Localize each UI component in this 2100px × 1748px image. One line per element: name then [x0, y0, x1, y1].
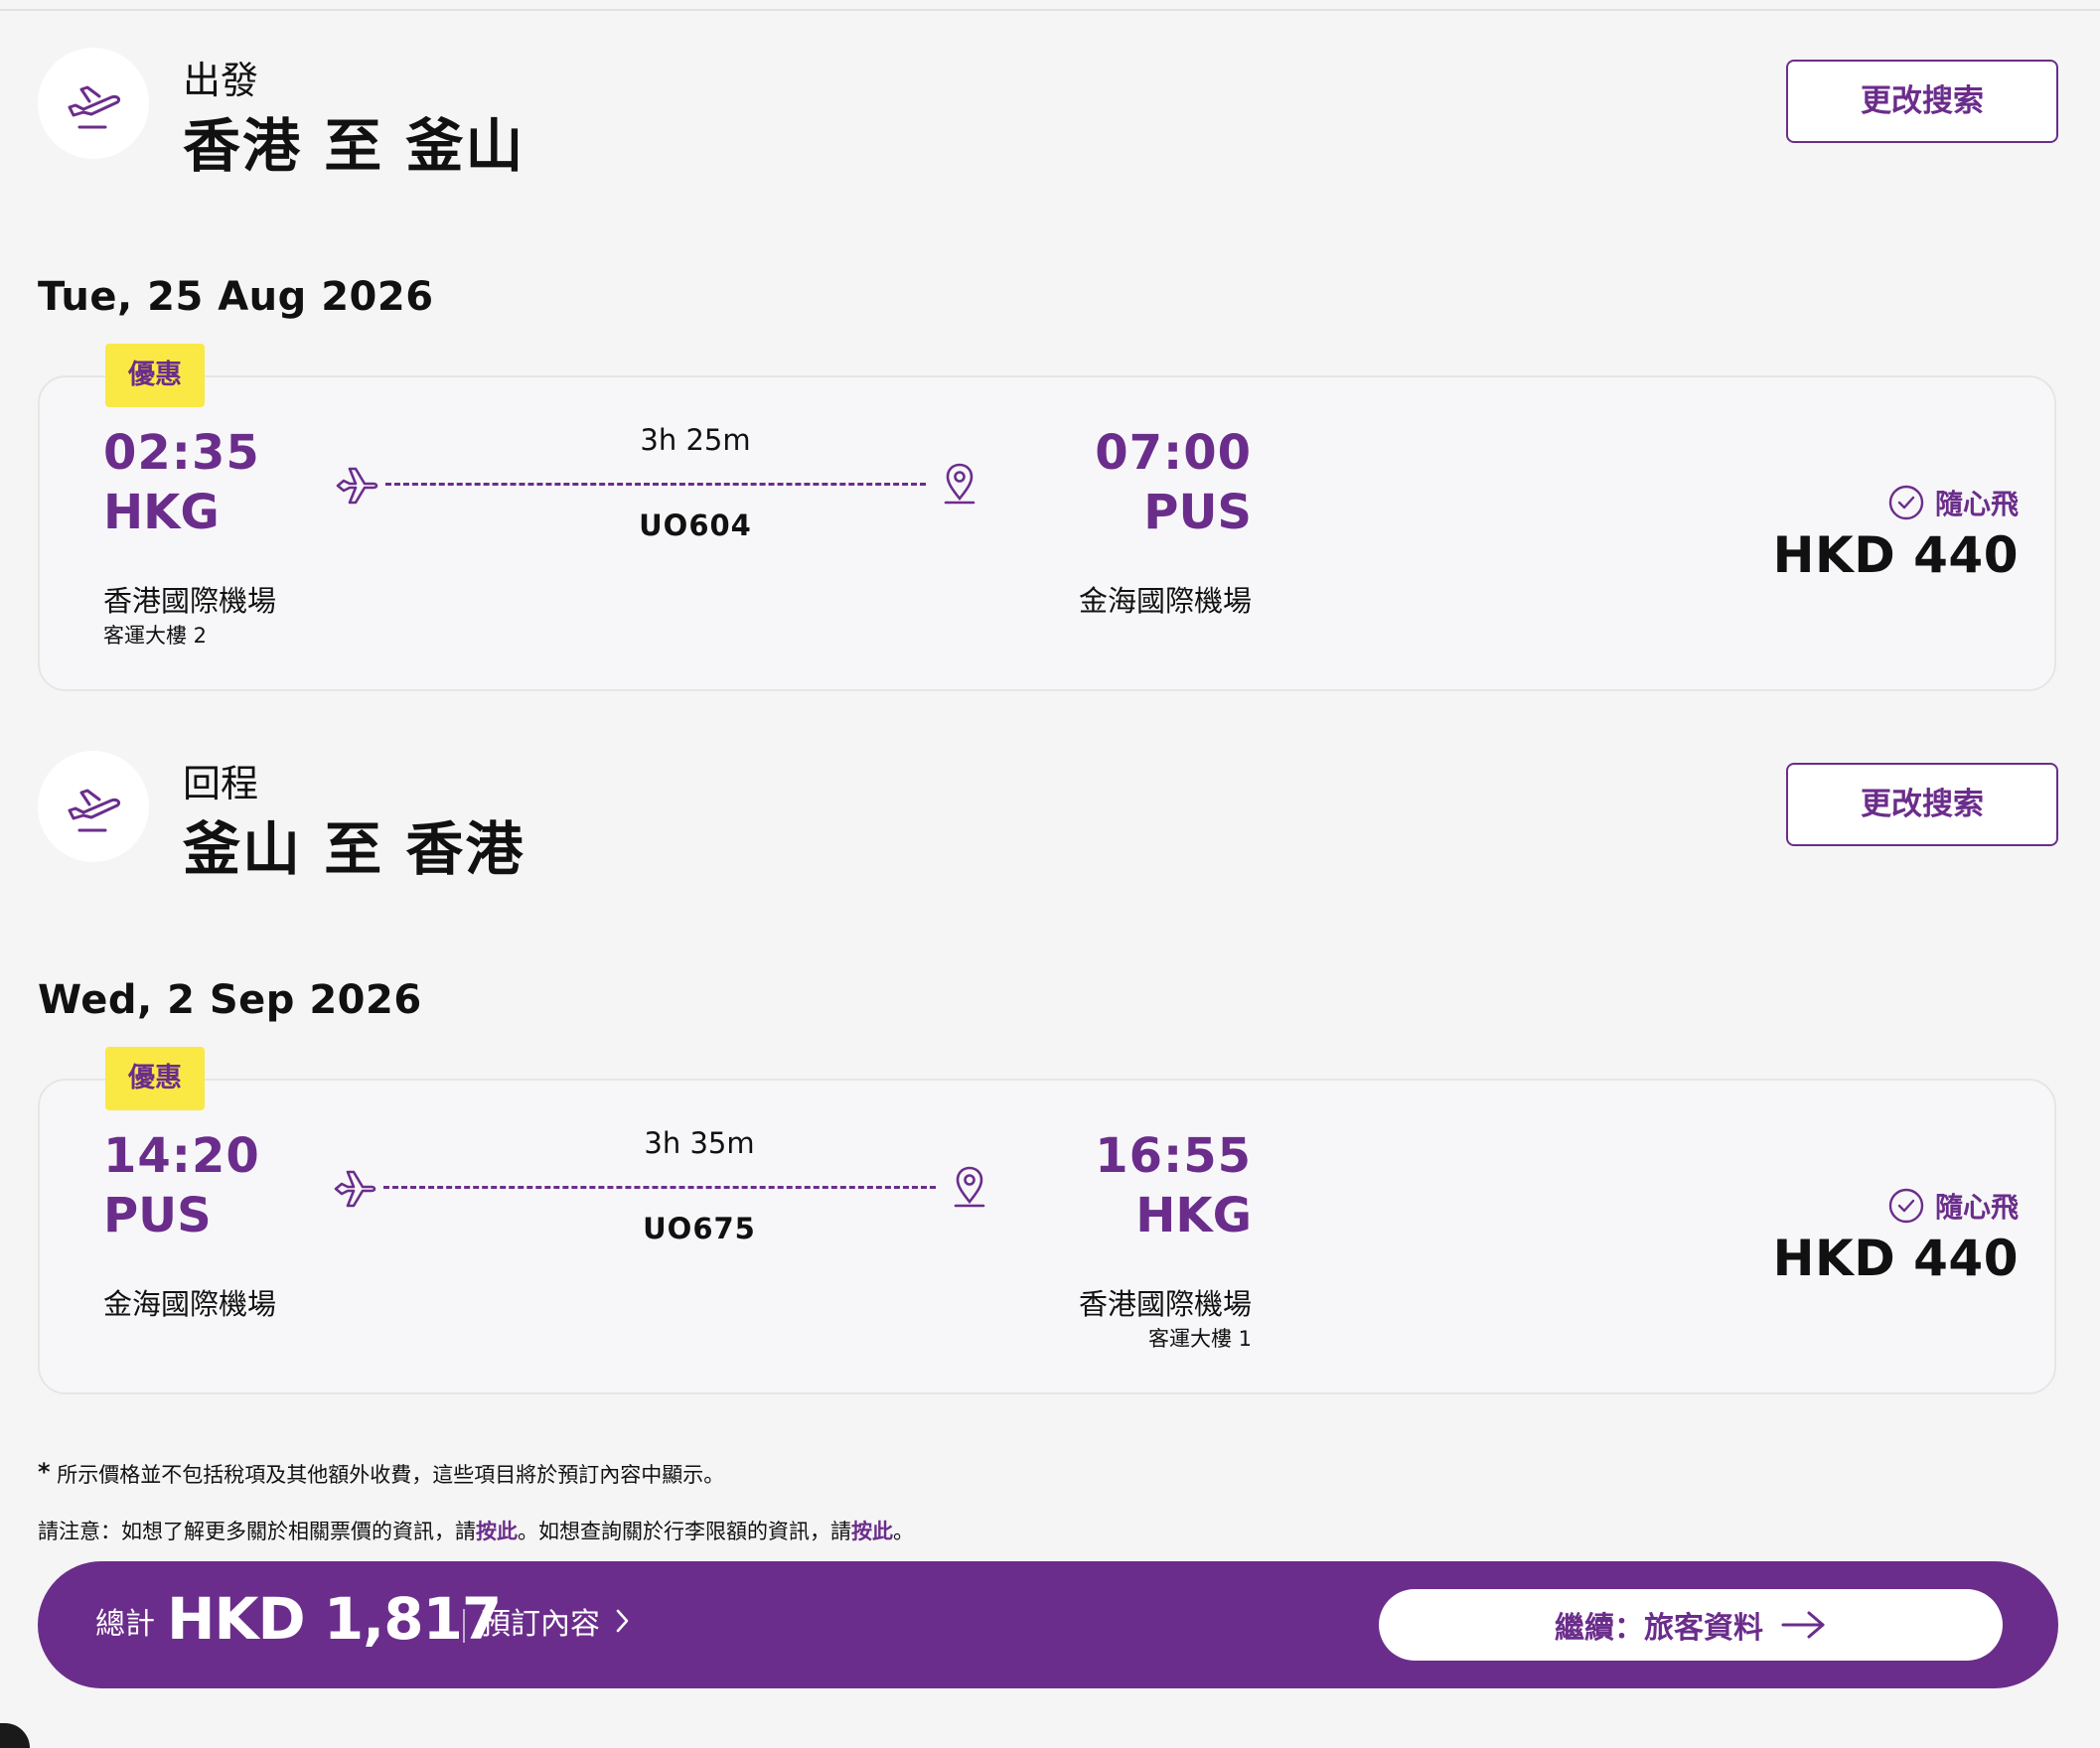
fare-type: 隨心飛	[1887, 1186, 2019, 1226]
flight-date: Wed, 2 Sep 2026	[38, 977, 422, 1023]
continue-label: 繼續：旅客資料	[1555, 1611, 1763, 1646]
leg-label: 出發	[183, 59, 259, 102]
modify-search-button[interactable]: 更改搜索	[1786, 763, 2058, 846]
divider	[463, 1609, 465, 1643]
flight-number: UO675	[643, 1212, 756, 1245]
plane-takeoff-icon	[38, 751, 149, 862]
depart-time: 14:20	[103, 1128, 260, 1184]
outbound-leg-header: 出發 香港 至 釜山 更改搜索	[38, 48, 2058, 180]
depart-airport: 香港國際機場	[103, 584, 277, 618]
route-title: 釜山 至 香港	[183, 815, 525, 883]
footnote-star: *	[38, 1458, 51, 1486]
leg-label: 回程	[183, 762, 259, 805]
top-divider	[0, 9, 2100, 11]
depart-code: PUS	[103, 1188, 212, 1243]
plane-icon	[334, 1170, 376, 1208]
arrive-time: 07:00	[1095, 425, 1252, 481]
fare-info-link[interactable]: 按此	[476, 1520, 518, 1543]
arrive-code: HKG	[1135, 1188, 1252, 1243]
chevron-right-icon	[616, 1609, 629, 1633]
booking-summary-link[interactable]: 預訂內容	[481, 1599, 634, 1643]
route-title: 香港 至 釜山	[183, 112, 525, 180]
flight-date: Tue, 25 Aug 2026	[38, 274, 434, 320]
fare-note-text: 請注意：如想了解更多關於相關票價的資訊，請	[38, 1520, 476, 1543]
plane-icon	[336, 467, 378, 505]
flight-number: UO604	[639, 509, 752, 542]
check-circle-icon	[1888, 485, 1924, 520]
tax-note: * 所示價格並不包括稅項及其他額外收費，這些項目將於預訂內容中顯示。	[38, 1458, 724, 1489]
summary-link-label: 預訂內容	[481, 1607, 600, 1642]
return-leg-header: 回程 釜山 至 香港 更改搜索	[38, 751, 2058, 883]
flight-duration: 3h 35m	[644, 1126, 755, 1160]
route-line	[385, 483, 926, 486]
total-label: 總計	[95, 1607, 155, 1642]
plane-takeoff-icon	[38, 48, 149, 159]
baggage-note-text: 。如想查詢關於行李限額的資訊，請	[518, 1520, 851, 1543]
arrow-right-icon	[1781, 1611, 1825, 1639]
depart-code: HKG	[103, 485, 220, 540]
arrive-terminal: 客運大樓 1	[1147, 1327, 1252, 1351]
baggage-info-link[interactable]: 按此	[851, 1520, 893, 1543]
flight-price: HKD 440	[1772, 526, 2019, 584]
promo-badge: 優惠	[105, 344, 205, 407]
check-circle-icon	[1888, 1188, 1924, 1224]
total-amount: HKD 1,817	[167, 1585, 502, 1653]
flight-price: HKD 440	[1772, 1230, 2019, 1287]
depart-time: 02:35	[103, 425, 260, 481]
window-corner	[0, 1723, 30, 1748]
fare-note: 請注意：如想了解更多關於相關票價的資訊，請按此。如想查詢關於行李限額的資訊，請按…	[38, 1516, 914, 1545]
arrive-airport: 金海國際機場	[1078, 584, 1252, 618]
note-end: 。	[893, 1520, 914, 1543]
fare-type-label: 隨心飛	[1934, 488, 2019, 520]
arrive-code: PUS	[1143, 485, 1252, 540]
arrive-airport: 香港國際機場	[1078, 1287, 1252, 1321]
fare-type: 隨心飛	[1887, 483, 2019, 522]
flight-card-outbound[interactable]: 優惠 02:35 HKG 香港國際機場 客運大樓 2 3h 25m UO604 …	[38, 344, 2056, 691]
flight-duration: 3h 25m	[640, 423, 751, 457]
flight-card-return[interactable]: 優惠 14:20 PUS 金海國際機場 3h 35m UO675 16:55 H…	[38, 1047, 2056, 1394]
arrive-time: 16:55	[1095, 1128, 1252, 1184]
continue-button[interactable]: 繼續：旅客資料	[1379, 1589, 2003, 1661]
tax-note-text: 所示價格並不包括稅項及其他額外收費，這些項目將於預訂內容中顯示。	[57, 1463, 725, 1487]
depart-terminal: 客運大樓 2	[103, 624, 208, 648]
modify-search-button[interactable]: 更改搜索	[1786, 60, 2058, 143]
promo-badge: 優惠	[105, 1047, 205, 1110]
booking-summary-bar: 總計 HKD 1,817 預訂內容 繼續：旅客資料	[38, 1561, 2058, 1688]
route-line	[383, 1186, 936, 1189]
depart-airport: 金海國際機場	[103, 1287, 277, 1321]
fare-type-label: 隨心飛	[1934, 1191, 2019, 1224]
